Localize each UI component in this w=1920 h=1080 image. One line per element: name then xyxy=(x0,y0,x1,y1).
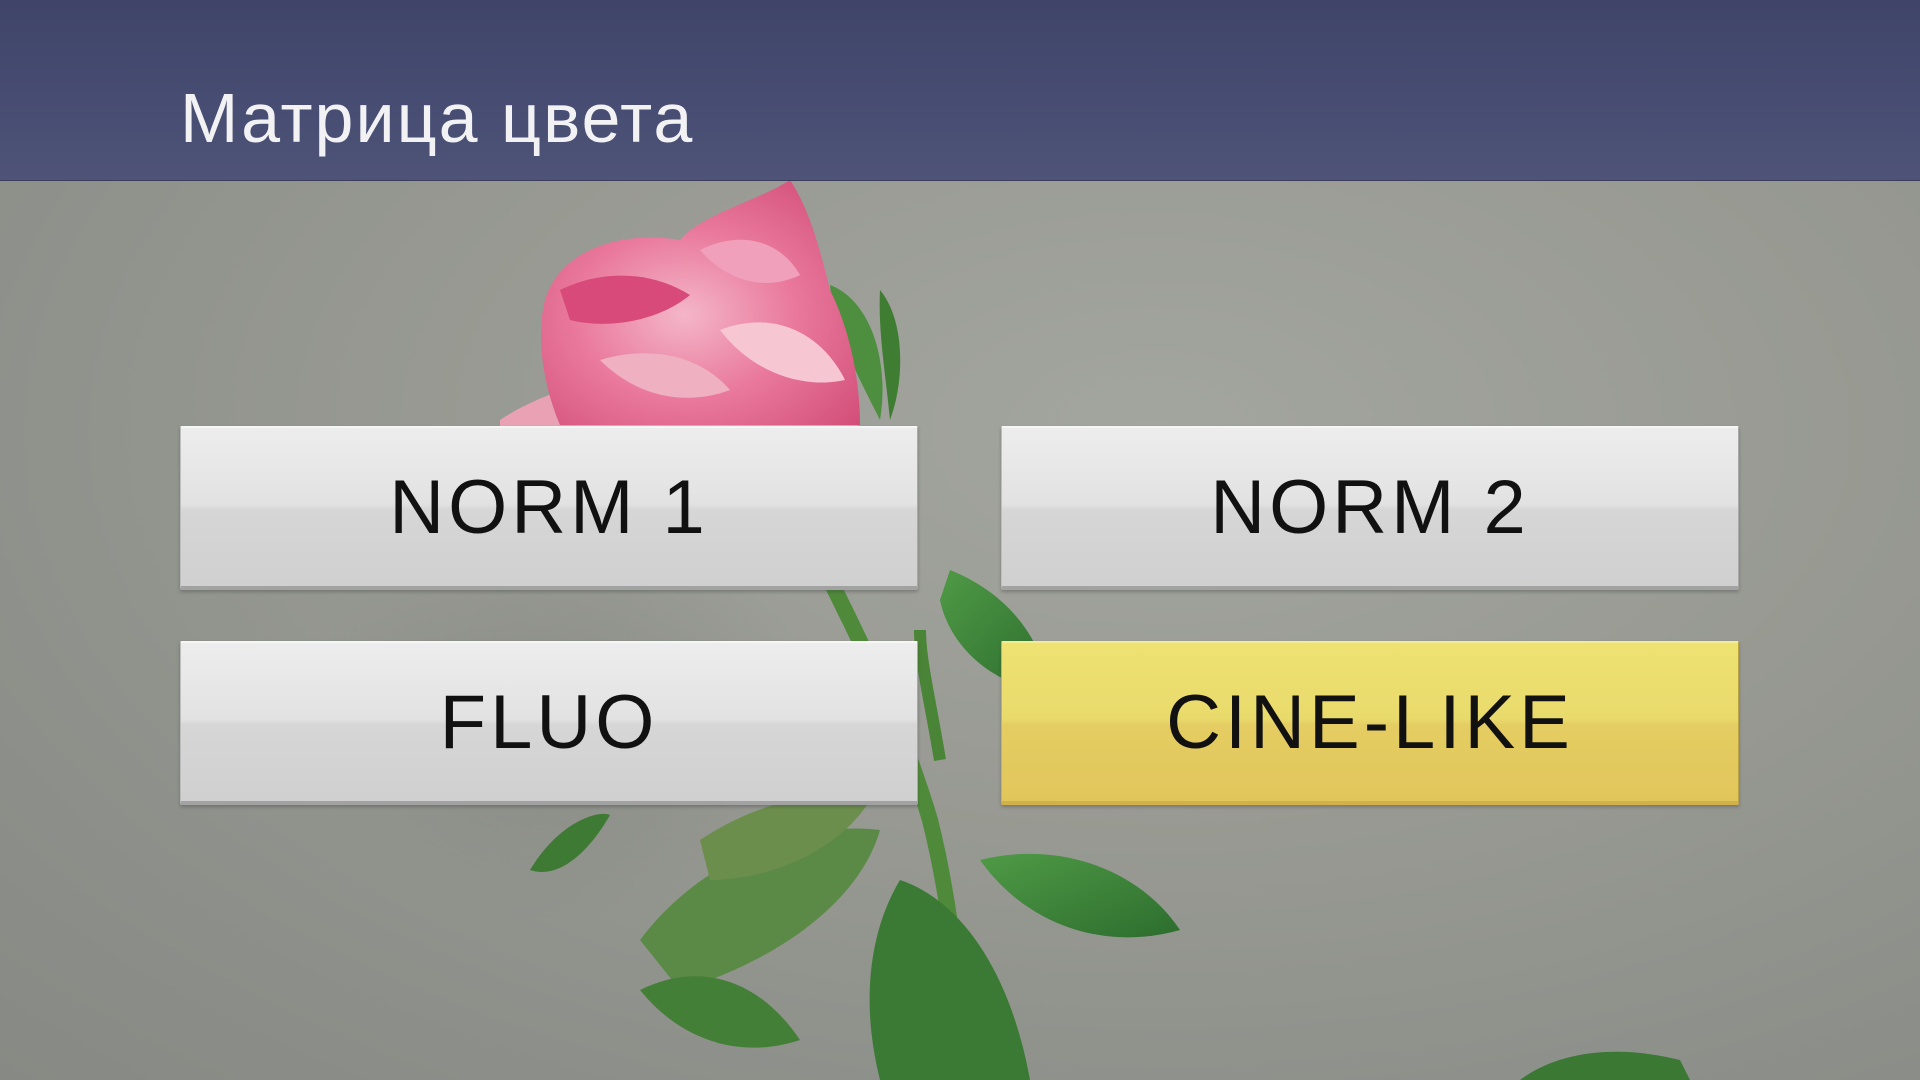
page-title: Матрица цвета xyxy=(180,79,695,157)
option-norm-2-button[interactable]: NORM 2 xyxy=(1001,426,1739,590)
title-bar: Матрица цвета xyxy=(0,0,1920,181)
option-cine-like-button[interactable]: CINE-LIKE xyxy=(1001,641,1739,805)
option-fluo-button[interactable]: FLUO xyxy=(180,641,918,805)
option-norm-1-button[interactable]: NORM 1 xyxy=(180,426,918,590)
